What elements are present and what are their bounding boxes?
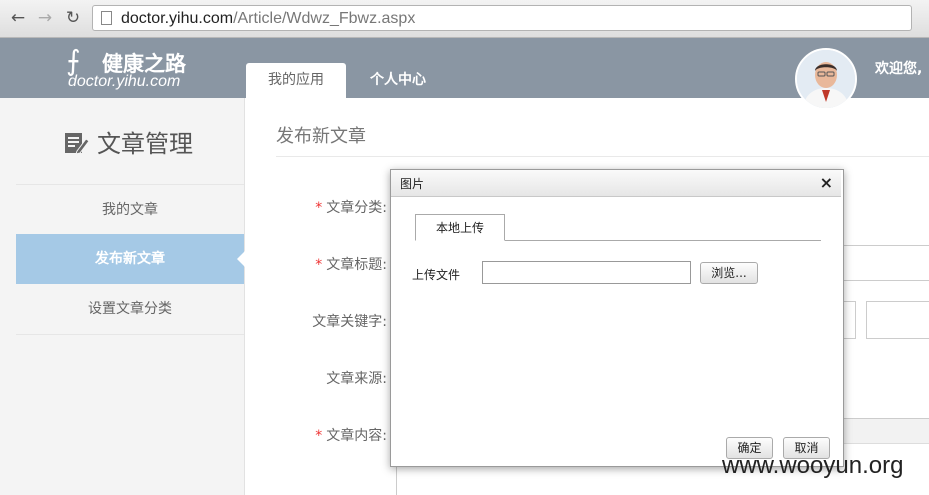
avatar[interactable] xyxy=(795,48,857,110)
upload-file-input[interactable] xyxy=(482,261,691,284)
dialog-header: 图片 × xyxy=(391,170,841,197)
sidebar-item-article-categories[interactable]: 设置文章分类 xyxy=(16,284,244,335)
back-arrow-icon[interactable]: ← xyxy=(9,9,27,27)
url-host: doctor.yihu.com xyxy=(121,10,234,27)
title-input[interactable] xyxy=(840,245,929,281)
upload-file-label: 上传文件 xyxy=(412,268,461,282)
sidebar: 文章管理 我的文章 发布新文章 设置文章分类 xyxy=(0,98,245,495)
browse-button[interactable]: 浏览... xyxy=(700,262,758,284)
keyword-input-2[interactable] xyxy=(866,301,929,339)
forward-arrow-icon[interactable]: → xyxy=(36,9,54,27)
url-path: /Article/Wdwz_Fbwz.aspx xyxy=(233,10,416,27)
watermark: www.wooyun.org xyxy=(722,452,904,479)
address-bar[interactable]: doctor.yihu.com/Article/Wdwz_Fbwz.aspx xyxy=(92,5,912,31)
sidebar-title: 文章管理 xyxy=(63,124,193,159)
field-label-content: * 文章内容: xyxy=(315,425,387,445)
page-icon xyxy=(101,11,112,25)
field-label-text: 文章标题: xyxy=(326,257,387,273)
field-label-text: 文章内容: xyxy=(326,428,387,444)
sidebar-item-publish-article[interactable]: 发布新文章 xyxy=(16,234,245,284)
tab-local-upload[interactable]: 本地上传 xyxy=(415,214,505,241)
runner-logo-icon: ⨍ xyxy=(66,44,81,77)
field-label-category: * 文章分类: xyxy=(315,197,387,217)
title-divider xyxy=(276,156,929,157)
sidebar-title-text: 文章管理 xyxy=(97,130,193,158)
tab-personal-center[interactable]: 个人中心 xyxy=(370,63,426,98)
required-mark: * xyxy=(315,257,323,273)
browser-toolbar: ← → ↻ doctor.yihu.com/Article/Wdwz_Fbwz.… xyxy=(0,0,929,38)
tab-my-apps[interactable]: 我的应用 xyxy=(246,63,346,98)
field-label-keywords: 文章关键字: xyxy=(312,314,387,330)
article-edit-icon xyxy=(65,133,90,155)
required-mark: * xyxy=(315,428,323,444)
logo-en-text: doctor.yihu.com xyxy=(68,73,181,90)
welcome-text: 欢迎您, xyxy=(875,61,923,77)
dialog-title: 图片 xyxy=(400,177,425,191)
url-text: doctor.yihu.com/Article/Wdwz_Fbwz.aspx xyxy=(121,10,415,28)
image-dialog: 图片 × 本地上传 上传文件 浏览... 确定 取消 xyxy=(390,169,844,467)
field-label-source: 文章来源: xyxy=(326,371,387,387)
sidebar-item-my-articles[interactable]: 我的文章 xyxy=(16,184,244,235)
required-mark: * xyxy=(315,200,323,216)
field-label-text: 文章分类: xyxy=(326,200,387,216)
page-title: 发布新文章 xyxy=(276,126,366,147)
site-header: ⨍ 健康之路 doctor.yihu.com 我的应用 个人中心 欢迎您, xyxy=(0,38,929,110)
reload-icon[interactable]: ↻ xyxy=(64,9,82,27)
close-icon[interactable]: × xyxy=(820,173,833,192)
field-label-title: * 文章标题: xyxy=(315,254,387,274)
